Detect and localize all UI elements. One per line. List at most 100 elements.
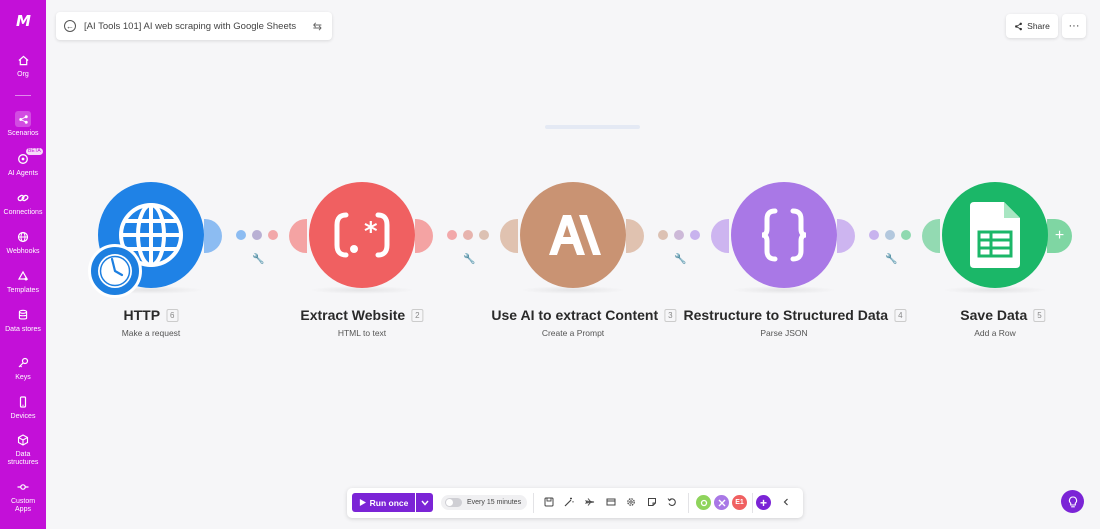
sidebar-item-devices[interactable]: Devices bbox=[0, 394, 46, 421]
link-dot bbox=[674, 230, 684, 240]
svg-text:*: * bbox=[364, 217, 378, 247]
link-dot bbox=[268, 230, 278, 240]
module-name: Restructure to Structured Data bbox=[683, 307, 889, 323]
sidebar-item-ai-agents[interactable]: BETA AI Agents bbox=[0, 148, 46, 178]
sidebar-item-label: Custom Apps bbox=[10, 498, 36, 513]
notes-icon[interactable] bbox=[605, 496, 617, 508]
scenario-title[interactable]: [AI Tools 101] AI web scraping with Goog… bbox=[84, 21, 307, 32]
module-connector-in[interactable] bbox=[922, 219, 940, 253]
module-subtitle: HTML to text bbox=[337, 328, 387, 338]
regex-icon: * bbox=[334, 212, 390, 258]
globe-icon bbox=[15, 229, 31, 245]
save-icon[interactable] bbox=[543, 496, 555, 508]
module-number: 5 bbox=[1033, 308, 1046, 322]
play-icon bbox=[359, 499, 366, 506]
chevron-left-icon[interactable] bbox=[780, 496, 792, 508]
wrench-icon[interactable]: 🔧 bbox=[674, 254, 686, 265]
sidebar-item-org[interactable]: Org bbox=[0, 52, 46, 79]
link-dot bbox=[463, 230, 473, 240]
sidebar-item-data-stores[interactable]: Data stores bbox=[0, 307, 46, 334]
swap-icon[interactable]: ⇆ bbox=[313, 20, 322, 33]
schedule-label: Every 15 minutes bbox=[467, 499, 522, 506]
cube-icon bbox=[15, 432, 31, 448]
sidebar-item-label: Data structures bbox=[7, 451, 39, 466]
gear-badge-icon[interactable] bbox=[696, 495, 711, 510]
module-number: 6 bbox=[166, 308, 179, 322]
run-options-dropdown[interactable] bbox=[416, 493, 433, 512]
sidebar-item-label: AI Agents bbox=[8, 170, 38, 177]
sidebar-item-connections[interactable]: Connections bbox=[0, 190, 46, 217]
beta-badge: BETA bbox=[26, 148, 43, 155]
module-subtitle: Add a Row bbox=[974, 328, 1016, 338]
link-dot bbox=[236, 230, 246, 240]
sidebar-item-label: Devices bbox=[10, 413, 36, 420]
link-dot bbox=[690, 230, 700, 240]
note-icon[interactable] bbox=[646, 496, 658, 508]
custom-app-icon bbox=[15, 479, 31, 495]
share-nodes-icon bbox=[15, 111, 31, 127]
error-badge[interactable]: E1 bbox=[732, 495, 747, 510]
module-title: Restructure to Structured Data 4 bbox=[683, 307, 907, 323]
undo-icon[interactable] bbox=[666, 496, 678, 508]
module-use-ai[interactable] bbox=[520, 182, 626, 288]
wrench-icon[interactable]: 🔧 bbox=[463, 254, 475, 265]
module-parse-json[interactable] bbox=[731, 182, 837, 288]
sidebar-item-webhooks[interactable]: Webhooks bbox=[0, 229, 46, 256]
link-dot bbox=[885, 230, 895, 240]
schedule-switch[interactable] bbox=[445, 498, 462, 507]
module-connector-in[interactable] bbox=[500, 219, 518, 253]
module-title: Save Data 5 bbox=[960, 307, 1046, 323]
make-logo[interactable]: M bbox=[16, 12, 31, 30]
sidebar-item-label: Webhooks bbox=[6, 248, 40, 255]
database-icon bbox=[15, 307, 31, 323]
sidebar-item-custom-apps[interactable]: Custom Apps bbox=[0, 479, 46, 514]
module-connector-in[interactable] bbox=[289, 219, 307, 253]
back-arrow-icon[interactable]: ← bbox=[64, 20, 76, 32]
schedule-clock-badge[interactable] bbox=[88, 244, 142, 298]
help-button[interactable] bbox=[1061, 490, 1084, 513]
module-name: Use AI to extract Content bbox=[491, 307, 659, 323]
templates-icon bbox=[15, 268, 31, 284]
module-connector-out[interactable] bbox=[837, 219, 855, 253]
sidebar-item-label: Templates bbox=[7, 287, 39, 294]
sidebar-item-keys[interactable]: Keys bbox=[0, 355, 46, 382]
module-connector-out[interactable] bbox=[204, 219, 222, 253]
sidebar-item-data-structures[interactable]: Data structures bbox=[0, 432, 46, 467]
more-options-button[interactable]: ··· bbox=[1062, 14, 1086, 38]
run-once-button[interactable]: Run once bbox=[352, 493, 415, 512]
home-icon bbox=[15, 52, 31, 68]
json-braces-icon bbox=[761, 208, 807, 262]
tools-icon[interactable] bbox=[714, 495, 729, 510]
wrench-icon[interactable]: 🔧 bbox=[885, 254, 897, 265]
share-button[interactable]: Share bbox=[1006, 14, 1058, 38]
module-title: HTTP 6 bbox=[123, 307, 179, 323]
add-module-button[interactable]: + bbox=[1047, 219, 1072, 253]
toolbar-divider bbox=[533, 493, 534, 513]
google-sheets-icon bbox=[970, 202, 1020, 268]
airplane-icon[interactable] bbox=[584, 496, 596, 508]
module-extract-website[interactable]: * bbox=[309, 182, 415, 288]
link-dot bbox=[869, 230, 879, 240]
module-title: Extract Website 2 bbox=[300, 307, 424, 323]
share-icon bbox=[1015, 22, 1023, 30]
magic-wand-icon[interactable] bbox=[563, 496, 575, 508]
scenario-toolbar: Run once Every 15 minutes E1 + bbox=[347, 488, 803, 518]
module-number: 2 bbox=[411, 308, 424, 322]
module-save-data[interactable] bbox=[942, 182, 1048, 288]
settings-gear-icon[interactable] bbox=[625, 496, 637, 508]
sidebar-item-label: Keys bbox=[15, 374, 31, 381]
wrench-icon[interactable]: 🔧 bbox=[252, 254, 264, 265]
module-name: Extract Website bbox=[300, 307, 406, 323]
link-dot bbox=[901, 230, 911, 240]
module-connector-in[interactable] bbox=[711, 219, 729, 253]
sidebar-item-templates[interactable]: Templates bbox=[0, 268, 46, 295]
module-connector-out[interactable] bbox=[626, 219, 644, 253]
link-dot bbox=[447, 230, 457, 240]
add-icon[interactable]: + bbox=[756, 495, 771, 510]
schedule-toggle[interactable]: Every 15 minutes bbox=[441, 495, 527, 510]
sidebar-item-label: Connections bbox=[3, 209, 43, 216]
lightbulb-icon bbox=[1068, 495, 1077, 507]
module-connector-out[interactable] bbox=[415, 219, 433, 253]
link-icon bbox=[15, 190, 31, 206]
sidebar-item-scenarios[interactable]: Scenarios bbox=[0, 111, 46, 138]
